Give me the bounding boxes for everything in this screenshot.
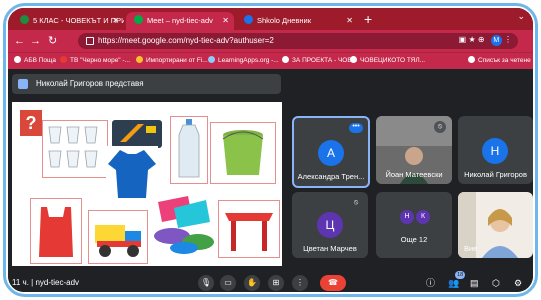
bookmark-item[interactable]: ЧОВЕЦИКОТО ТЯЛ... — [350, 53, 425, 69]
tv-icon — [60, 56, 67, 63]
shared-screen: ? — [12, 102, 282, 266]
present-now-icon[interactable]: ⊞ — [268, 275, 284, 291]
plastic-bag-image — [30, 198, 82, 264]
bookmark-label: Списък за четене — [478, 57, 531, 64]
plastic-table-image — [218, 200, 280, 258]
participant-count-badge: 18 — [455, 271, 466, 279]
bookmark-item[interactable]: Импортирани от Fi... — [136, 53, 208, 69]
tab-classroom[interactable]: 5 КЛАС - ЧОВЕКЪТ И ПРИРОДА ✕ — [12, 12, 124, 30]
close-tab-icon[interactable]: ✕ — [346, 12, 353, 30]
profile-avatar[interactable]: M — [490, 35, 502, 46]
more-participants-tile[interactable]: Н К Още 12 — [376, 192, 452, 258]
reload-icon[interactable]: ↻ — [48, 34, 57, 48]
bookmark-label: АБВ Поща — [24, 57, 56, 64]
present-screen-icon — [18, 79, 28, 89]
tab-label: 5 КЛАС - ЧОВЕКЪТ И ПРИРОДА — [33, 16, 124, 25]
separator: | — [31, 278, 34, 287]
participant-name: Йоан Матеевски — [385, 170, 443, 179]
bookmark-label: ЗА ПРОЕКТА - ЧОВ... — [292, 57, 358, 64]
meeting-code: nyd-tiec-adv — [35, 278, 80, 287]
reading-list-icon — [468, 56, 475, 63]
participant-tile[interactable]: Ц ⦸ Цветан Марчев — [292, 192, 368, 258]
presenter-banner: Николай Григоров представя — [12, 74, 281, 94]
meeting-time: 11 ч. — [12, 278, 29, 287]
omnibox-actions[interactable]: ▣ ★ ⊕ M ⋮ — [459, 35, 512, 46]
lock-icon — [86, 37, 94, 45]
green-bin-image — [210, 122, 276, 184]
bookmark-item[interactable]: ТВ "Черно море" -... — [60, 53, 130, 69]
reading-list[interactable]: Списък за четене — [468, 53, 531, 69]
bookmark-label: LearningApps.org -... — [218, 57, 279, 64]
bookmark-label: Импортирани от Fi... — [146, 57, 208, 64]
raise-hand-icon[interactable]: ✋ — [244, 275, 260, 291]
question-mark: ? — [20, 110, 42, 136]
avatar: Ц — [317, 212, 343, 238]
chat-icon[interactable]: ▤ — [470, 276, 479, 290]
tab-bar: 5 КЛАС - ЧОВЕКЪТ И ПРИРОДА ✕ Meet – nyd-… — [8, 8, 533, 30]
participant-tile[interactable]: ⦸ Йоан Матеевски — [376, 116, 452, 184]
tab-label: Meet – nyd-tiec-adv — [147, 16, 213, 25]
learningapps-icon — [208, 56, 215, 63]
bookmark-label: ЧОВЕЦИКОТО ТЯЛ... — [360, 57, 426, 64]
camera-icon[interactable]: ▭ — [220, 275, 236, 291]
bookmark-item[interactable]: LearningApps.org -... — [208, 53, 279, 69]
avatar: A — [318, 140, 344, 166]
more-participants-label: Още 12 — [400, 235, 428, 244]
bookmark-item[interactable]: ЗА ПРОЕКТА - ЧОВ... — [282, 53, 357, 69]
plastic-bottle-image — [170, 116, 208, 184]
info-icon[interactable]: ⓘ — [426, 276, 435, 290]
close-tab-icon[interactable]: ✕ — [112, 12, 119, 30]
new-tab-button[interactable]: + — [364, 11, 372, 27]
doc-icon — [350, 56, 357, 63]
activities-icon[interactable]: ⬡ — [492, 276, 500, 290]
tab-shkolo[interactable]: Shkolo Дневник ✕ — [236, 12, 358, 30]
plastic-bowls-image — [148, 186, 220, 258]
participant-name: Цветан Марчев — [303, 244, 357, 253]
participant-name: Николай Григоров — [464, 170, 527, 179]
mic-off-icon: ⦸ — [350, 197, 362, 209]
bookmarks-bar: АБВ Поща ТВ "Черно море" -... Импортиран… — [8, 52, 533, 69]
doc-icon — [282, 56, 289, 63]
self-tile[interactable]: Вие — [458, 192, 533, 258]
participant-name: Александра Трен... — [297, 172, 365, 181]
avatar: К — [416, 210, 430, 224]
more-options-icon[interactable]: ••• — [349, 123, 363, 133]
meet-icon — [134, 15, 143, 24]
shkolo-icon — [244, 15, 253, 24]
people-button[interactable]: 👥 18 — [448, 271, 466, 290]
bookmark-item[interactable]: АБВ Поща — [14, 53, 56, 69]
plastic-cups-image — [42, 120, 108, 178]
end-call-button[interactable]: ☎ — [320, 275, 346, 291]
bank-card-image — [110, 116, 166, 150]
back-icon[interactable]: ← — [14, 34, 25, 48]
tab-meet[interactable]: Meet – nyd-tiec-adv ✕ — [126, 12, 234, 30]
browser-window: 5 КЛАС - ЧОВЕКЪТ И ПРИРОДА ✕ Meet – nyd-… — [8, 8, 533, 292]
url-text[interactable]: https://meet.google.com/nyd-tiec-adv?aut… — [98, 33, 274, 49]
meeting-info: 11 ч. | nyd-tiec-adv — [12, 274, 79, 292]
avatar: Н — [400, 210, 414, 224]
microphone-icon[interactable]: 🎙 — [198, 275, 214, 291]
address-bar: ← → ↻ https://meet.google.com/nyd-tiec-a… — [8, 30, 533, 52]
folder-icon — [136, 56, 143, 63]
mic-off-icon: ⦸ — [434, 121, 446, 133]
close-tab-icon[interactable]: ✕ — [222, 12, 229, 30]
participant-tile[interactable]: A ••• Александра Трен... — [292, 116, 370, 188]
forward-icon[interactable]: → — [30, 34, 41, 48]
bookmark-label: ТВ "Черно море" -... — [70, 57, 131, 64]
more-options-icon[interactable]: ⋮ — [292, 275, 308, 291]
self-label: Вие — [464, 244, 478, 253]
presenter-label: Николай Григоров представя — [36, 79, 144, 88]
participant-tile[interactable]: Н Николай Григоров — [458, 116, 533, 184]
meet-control-bar: 11 ч. | nyd-tiec-adv 🎙 ▭ ✋ ⊞ ⋮ ☎ ⓘ 👥 18 ▤… — [8, 271, 533, 292]
window-controls[interactable]: ⌄ — [517, 11, 525, 22]
host-controls-icon[interactable]: ⚙ — [514, 276, 522, 290]
avatar: Н — [482, 138, 508, 164]
classroom-icon — [20, 15, 29, 24]
abv-icon — [14, 56, 21, 63]
omnibox[interactable]: https://meet.google.com/nyd-tiec-adv?aut… — [78, 33, 518, 49]
tab-label: Shkolo Дневник — [257, 16, 312, 25]
toy-truck-image — [88, 210, 148, 264]
